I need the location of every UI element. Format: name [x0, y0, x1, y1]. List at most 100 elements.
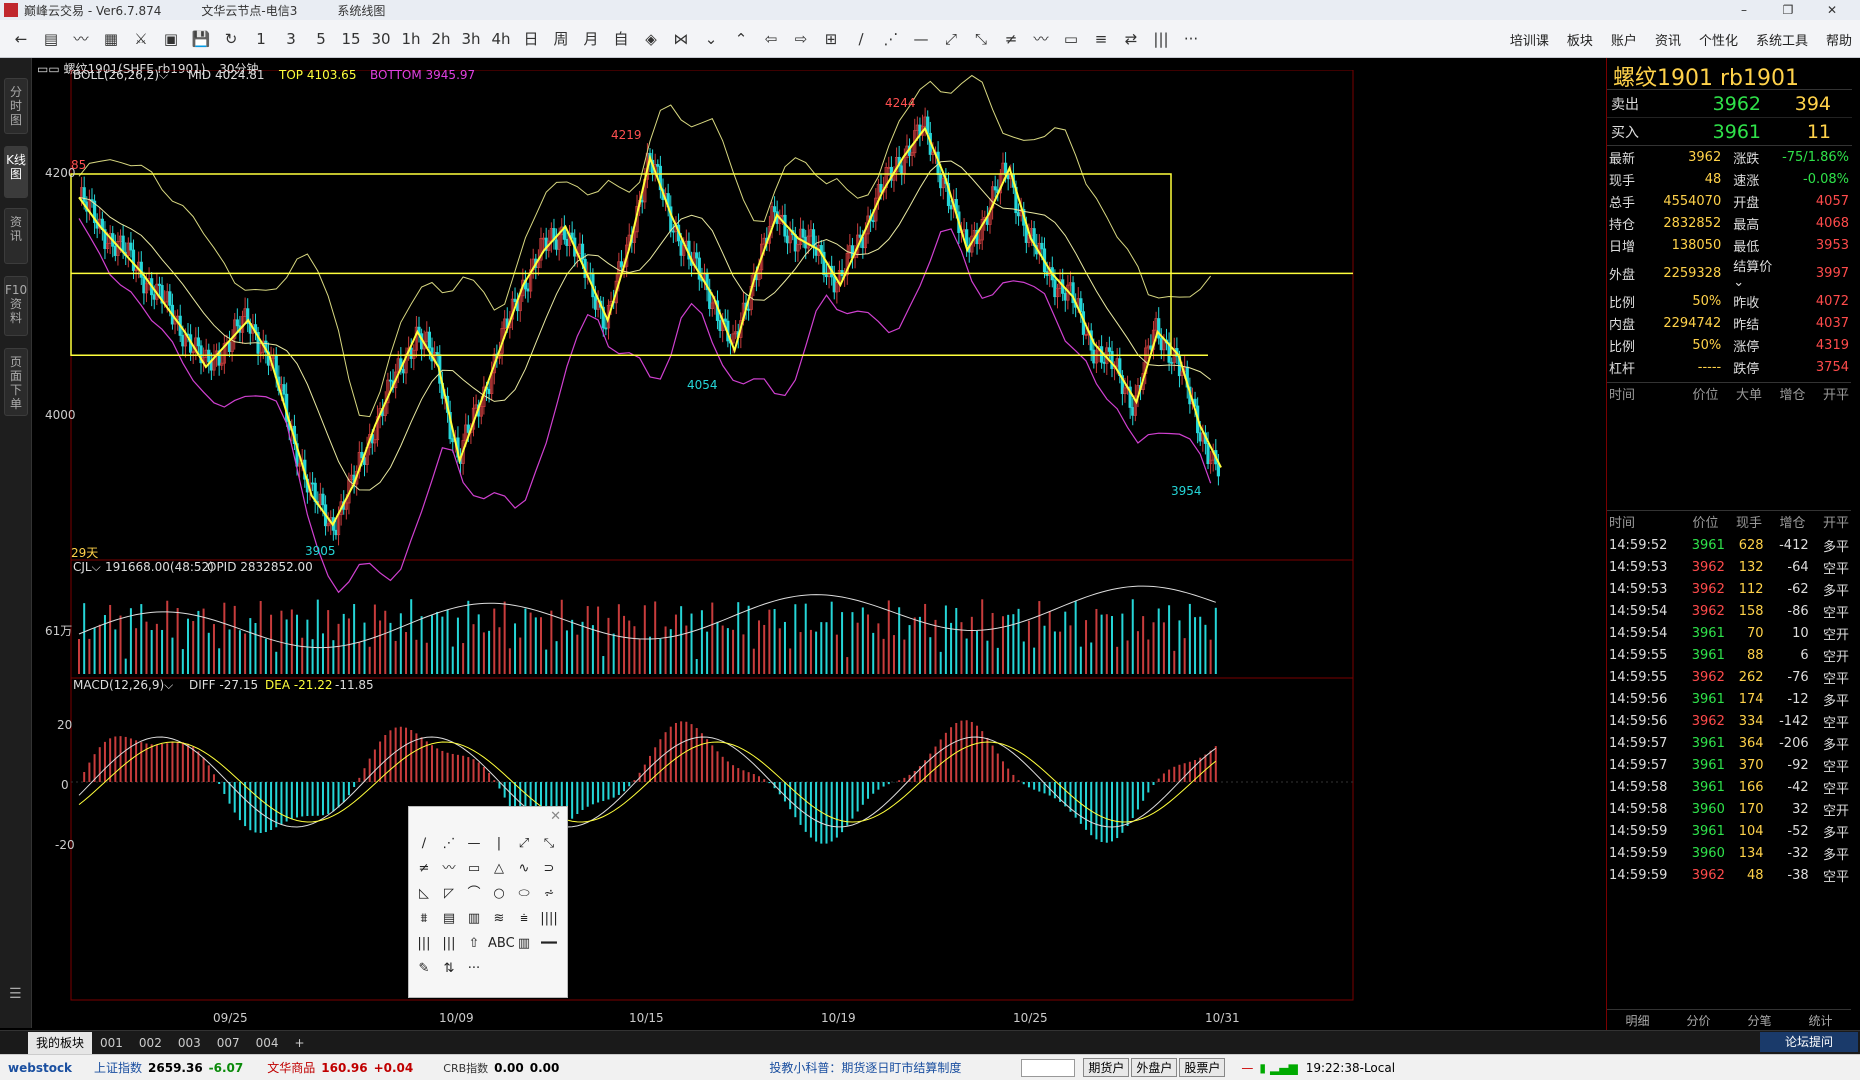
quote-tab-0[interactable]: 明细: [1625, 1012, 1649, 1029]
vol-label[interactable]: CJL⌵: [73, 560, 101, 575]
tab-news[interactable]: 资讯: [4, 208, 28, 264]
drawtool-icon-25[interactable]: |||: [438, 933, 460, 955]
tab-timeshare[interactable]: 分时图: [4, 78, 28, 134]
toolbar-icon-27[interactable]: ⊞: [816, 24, 846, 54]
toolbar-icon-16[interactable]: 4h: [486, 24, 516, 54]
toolbar-icon-23[interactable]: ⌄: [696, 24, 726, 54]
tick-row[interactable]: 14:59:58 3960 170 32 空开: [1607, 798, 1851, 820]
toolbar-icon-28[interactable]: ∕: [846, 24, 876, 54]
toolbar-icon-22[interactable]: ⋈: [666, 24, 696, 54]
toolbar-icon-3[interactable]: ▦: [96, 24, 126, 54]
drawtool-icon-12[interactable]: ◺: [413, 883, 435, 905]
menu-item-5[interactable]: 系统工具: [1756, 30, 1808, 49]
drawtool-icon-23[interactable]: ||||: [538, 908, 560, 930]
tick-row[interactable]: 14:59:54 3961 70 10 空开: [1607, 622, 1851, 644]
menu-item-2[interactable]: 账户: [1611, 30, 1637, 49]
menu-item-6[interactable]: 帮助: [1826, 30, 1852, 49]
toolbar-icon-29[interactable]: ⋰: [876, 24, 906, 54]
toolbar-icon-36[interactable]: ≡: [1086, 24, 1116, 54]
toolbar-icon-18[interactable]: 周: [546, 24, 576, 54]
bottom-tab-0[interactable]: 我的板块: [28, 1031, 93, 1054]
drawtool-icon-19[interactable]: ▤: [438, 908, 460, 930]
drawtool-icon-14[interactable]: ⌒: [463, 883, 485, 905]
drawtool-icon-31[interactable]: ⇅: [438, 958, 460, 980]
tick-row[interactable]: 14:59:56 3962 334 -142 空平: [1607, 710, 1851, 732]
toolbar-icon-19[interactable]: 月: [576, 24, 606, 54]
maximize-button[interactable]: ❐: [1766, 0, 1810, 20]
tick-row[interactable]: 14:59:54 3962 158 -86 空平: [1607, 600, 1851, 622]
account-button-2[interactable]: 股票户: [1179, 1058, 1226, 1077]
toolbar-icon-35[interactable]: ▭: [1056, 24, 1086, 54]
bottom-tab-3[interactable]: 003: [170, 1032, 209, 1054]
drawtool-icon-5[interactable]: ⤡: [538, 833, 560, 855]
news-ticker[interactable]: 投教小科普：期货逐日盯市结算制度: [769, 1059, 961, 1076]
toolbar-icon-37[interactable]: ⇄: [1116, 24, 1146, 54]
drawtool-icon-13[interactable]: ◸: [438, 883, 460, 905]
drawtool-icon-10[interactable]: ∿: [513, 858, 535, 880]
drawtool-icon-28[interactable]: ▥: [513, 933, 535, 955]
toolbar-icon-8[interactable]: 1: [246, 24, 276, 54]
drawtool-icon-29[interactable]: ━━: [538, 933, 560, 955]
tick-row[interactable]: 14:59:55 3962 262 -76 空平: [1607, 666, 1851, 688]
list-icon[interactable]: ☰: [9, 986, 22, 1002]
bottom-tab-1[interactable]: 001: [92, 1032, 131, 1054]
tick-row[interactable]: 14:59:59 3960 134 -32 多平: [1607, 842, 1851, 864]
menu-item-4[interactable]: 个性化: [1699, 30, 1738, 49]
drawtool-icon-17[interactable]: ⩫: [538, 883, 560, 905]
close-drawtools-icon[interactable]: ✕: [550, 809, 561, 824]
bottom-tab-2[interactable]: 002: [131, 1032, 170, 1054]
bottom-tab-5[interactable]: 004: [248, 1032, 287, 1054]
toolbar-icon-4[interactable]: ⚔: [126, 24, 156, 54]
drawtool-icon-21[interactable]: ≋: [488, 908, 510, 930]
toolbar-icon-33[interactable]: ≠: [996, 24, 1026, 54]
drawtool-icon-30[interactable]: ✎: [413, 958, 435, 980]
tick-row[interactable]: 14:59:59 3961 104 -52 多平: [1607, 820, 1851, 842]
toolbar-icon-31[interactable]: ⤢: [936, 24, 966, 54]
toolbar-icon-39[interactable]: ···: [1176, 24, 1206, 54]
drawtool-icon-0[interactable]: ∕: [413, 833, 435, 855]
drawtool-icon-3[interactable]: |: [488, 833, 510, 855]
drawtool-icon-2[interactable]: —: [463, 833, 485, 855]
index1-label[interactable]: 上证指数: [94, 1059, 142, 1076]
kline-chart[interactable]: [33, 70, 1606, 1020]
quote-tab-3[interactable]: 统计: [1808, 1012, 1832, 1029]
ticks-table[interactable]: 14:59:52 3961 628 -412 多平 14:59:53 3962 132 -64 空…: [1607, 534, 1851, 886]
drawtool-icon-18[interactable]: ⩩: [413, 908, 435, 930]
close-button[interactable]: ✕: [1810, 0, 1854, 20]
toolbar-icon-30[interactable]: —: [906, 24, 936, 54]
forum-button[interactable]: 论坛提问: [1760, 1032, 1858, 1052]
drawtool-icon-15[interactable]: ○: [488, 883, 510, 905]
toolbar-icon-2[interactable]: 〰: [66, 24, 96, 54]
drawtool-icon-24[interactable]: |||: [413, 933, 435, 955]
toolbar-icon-15[interactable]: 3h: [456, 24, 486, 54]
tab-kline[interactable]: K线图: [4, 146, 28, 198]
tick-row[interactable]: 14:59:53 3962 132 -64 空平: [1607, 556, 1851, 578]
tab-f10[interactable]: F10资料: [4, 276, 28, 336]
drawtool-icon-7[interactable]: 〰: [438, 858, 460, 880]
bottom-tab-4[interactable]: 007: [209, 1032, 248, 1054]
tick-row[interactable]: 14:59:55 3961 88 6 空开: [1607, 644, 1851, 666]
drawtool-icon-8[interactable]: ▭: [463, 858, 485, 880]
menu-item-1[interactable]: 板块: [1567, 30, 1593, 49]
toolbar-icon-20[interactable]: 自: [606, 24, 636, 54]
tick-row[interactable]: 14:59:57 3961 364 -206 多平: [1607, 732, 1851, 754]
toolbar-icon-5[interactable]: ▣: [156, 24, 186, 54]
drawtool-icon-27[interactable]: ABC: [488, 933, 515, 955]
drawtool-icon-16[interactable]: ⬭: [513, 883, 535, 905]
tick-row[interactable]: 14:59:58 3961 166 -42 空平: [1607, 776, 1851, 798]
drawtool-icon-6[interactable]: ≠: [413, 858, 435, 880]
tick-row[interactable]: 14:59:56 3961 174 -12 多平: [1607, 688, 1851, 710]
toolbar-icon-10[interactable]: 5: [306, 24, 336, 54]
toolbar-icon-6[interactable]: 💾: [186, 24, 216, 54]
quote-tab-2[interactable]: 分笔: [1747, 1012, 1771, 1029]
minimize-button[interactable]: –: [1722, 0, 1766, 20]
toolbar-icon-17[interactable]: 日: [516, 24, 546, 54]
tick-row[interactable]: 14:59:53 3962 112 -62 多平: [1607, 578, 1851, 600]
drawtool-icon-26[interactable]: ⇧: [463, 933, 485, 955]
toolbar-icon-21[interactable]: ◈: [636, 24, 666, 54]
index3-label[interactable]: CRB指数: [443, 1060, 488, 1076]
toolbar-icon-38[interactable]: |||: [1146, 24, 1176, 54]
boll-label[interactable]: BOLL(26,26,2)⌵: [73, 68, 168, 83]
drawtool-icon-1[interactable]: ⋰: [438, 833, 460, 855]
toolbar-icon-14[interactable]: 2h: [426, 24, 456, 54]
